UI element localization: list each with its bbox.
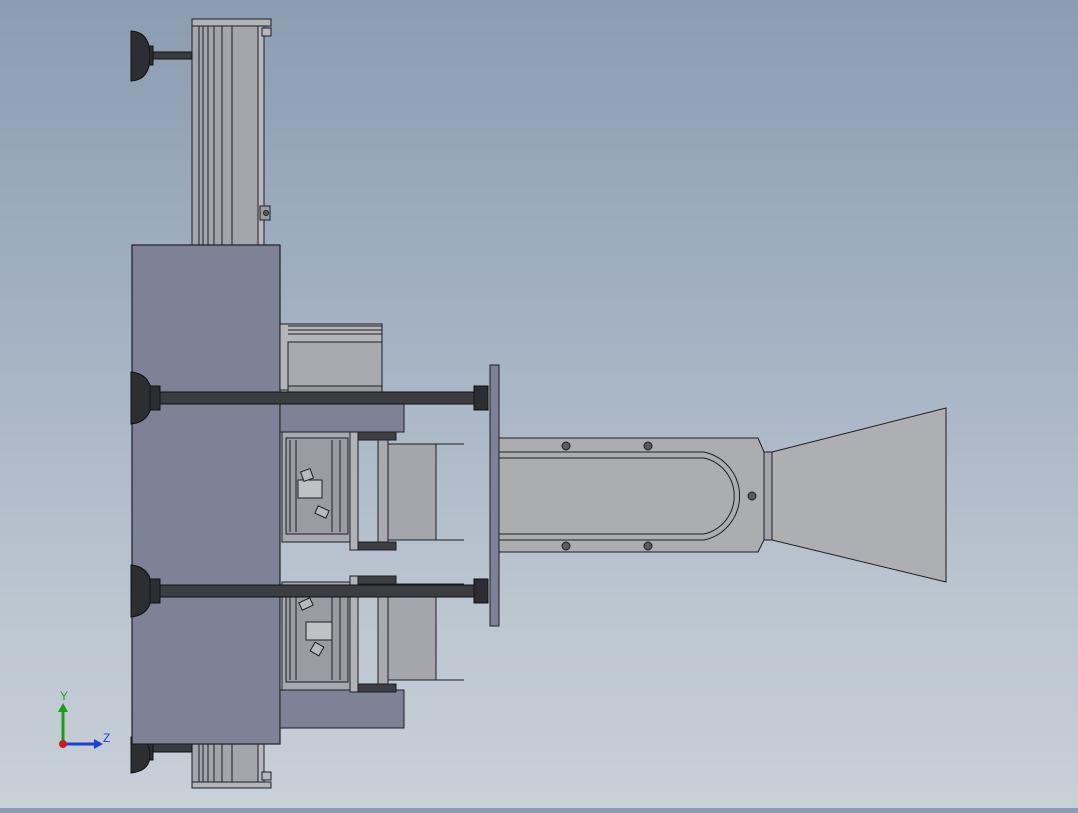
- z-arrowhead: [94, 739, 103, 749]
- linear-rail-bottom: [191, 743, 272, 789]
- motor-block: [279, 323, 383, 393]
- mounting-bracket-top: [279, 403, 405, 433]
- z-axis-label: Z: [103, 731, 110, 745]
- y-arrowhead: [58, 703, 68, 712]
- linear-rail-top: [191, 18, 272, 247]
- coordinate-triad: Y Z: [58, 689, 110, 749]
- flange-plate: [489, 364, 500, 627]
- gripper-module-upper: [281, 431, 464, 551]
- leveling-foot-top: [130, 30, 193, 82]
- cad-viewport[interactable]: Y Z: [0, 0, 1078, 808]
- y-axis-label: Y: [60, 689, 68, 703]
- assembly-drawing: Y Z: [58, 18, 947, 789]
- main-housing-plate: [131, 244, 281, 745]
- arm-link: [498, 437, 765, 553]
- mounting-bracket-bottom: [279, 689, 405, 729]
- funnel-end-effector: [763, 407, 947, 583]
- x-axis-origin-dot: [59, 740, 67, 748]
